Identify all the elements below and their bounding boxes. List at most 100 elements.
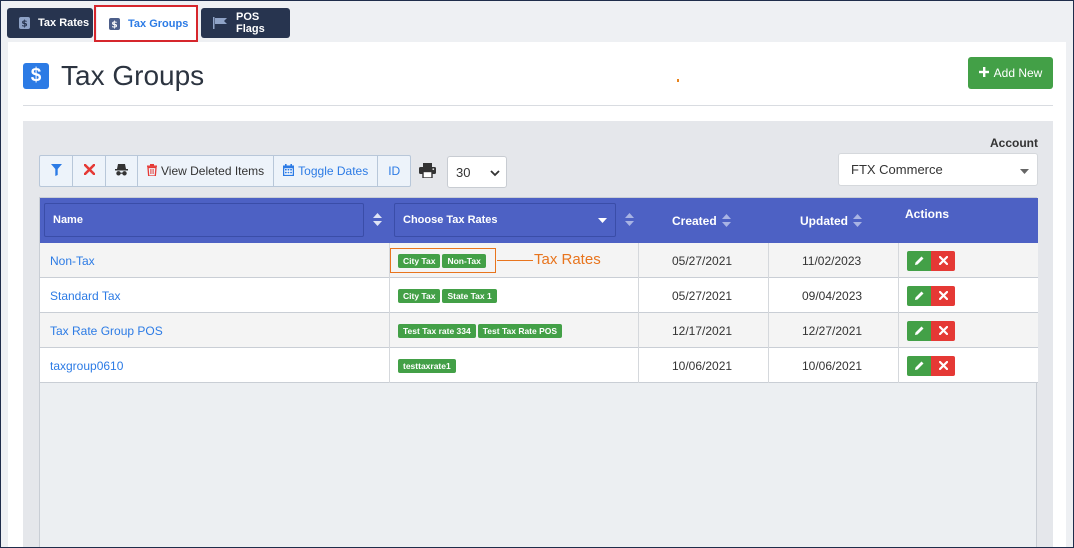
add-new-label: Add New — [993, 66, 1043, 80]
main-panel: $ Tax Groups Add New View Deleted Items … — [8, 42, 1066, 548]
pencil-icon — [914, 256, 923, 265]
filter-button[interactable] — [40, 156, 73, 186]
updated-date: 10/06/2021 — [802, 358, 863, 373]
tax-rates-filter-select[interactable]: Choose Tax Rates — [394, 203, 616, 237]
filter-icon — [50, 163, 62, 179]
header-divider — [23, 105, 1053, 106]
close-icon — [83, 163, 95, 178]
close-icon — [938, 256, 948, 265]
column-divider — [898, 243, 899, 278]
table-row: Tax Rate Group POS Test Tax rate 334 Tes… — [40, 313, 1038, 348]
svg-text:$: $ — [21, 20, 27, 30]
row-name-cell: taxgroup0610 — [50, 348, 123, 383]
dollar-icon: $ — [19, 17, 30, 29]
column-header-tax-rates: Choose Tax Rates — [403, 214, 498, 226]
name-filter-input[interactable]: Name — [44, 203, 364, 237]
group-name-link[interactable]: Standard Tax — [50, 289, 121, 303]
sort-icon[interactable] — [373, 213, 382, 226]
plus-icon — [978, 66, 989, 80]
account-label: Account — [990, 136, 1038, 150]
row-rates-cell: testtaxrate1 — [398, 348, 458, 383]
trash-icon — [147, 163, 157, 179]
delete-button[interactable] — [931, 285, 955, 306]
grid-area: View Deleted Items Toggle Dates ID 30 Ac… — [23, 121, 1053, 548]
column-header-actions: Actions — [905, 207, 950, 221]
account-select[interactable]: FTX Commerce — [838, 153, 1038, 186]
edit-button[interactable] — [907, 250, 931, 271]
account-value: FTX Commerce — [851, 162, 943, 177]
toggle-dates-button[interactable]: Toggle Dates — [274, 156, 379, 186]
column-header-name: Name — [53, 214, 83, 226]
table-header: Name Choose Tax Rates Created Updated Ac… — [40, 198, 1038, 243]
updated-date: 09/04/2023 — [802, 288, 863, 303]
row-rates-cell: Test Tax rate 334 Test Tax Rate POS — [398, 313, 564, 348]
tab-label: POS Flags — [236, 11, 265, 35]
column-divider — [898, 348, 899, 383]
edit-button[interactable] — [907, 320, 931, 341]
tax-rate-badge: City Tax — [398, 288, 441, 303]
column-header-created-wrap[interactable]: Created — [672, 198, 731, 243]
close-icon — [938, 291, 948, 300]
table-row: taxgroup0610 testtaxrate1 10/06/2021 10/… — [40, 348, 1038, 383]
sort-icon — [853, 214, 862, 227]
id-toggle-button[interactable]: ID — [378, 156, 410, 186]
tab-pos-flags[interactable]: POS Flags — [201, 8, 290, 38]
tax-rate-badge: Test Tax Rate POS — [477, 323, 563, 338]
column-header-actions-wrap: Actions — [905, 198, 949, 230]
highlight-box — [94, 5, 198, 42]
column-divider — [638, 278, 639, 313]
row-actions — [907, 243, 955, 278]
column-divider — [768, 348, 769, 383]
delete-button[interactable] — [931, 320, 955, 341]
calendar-icon — [283, 163, 295, 179]
edit-button[interactable] — [907, 285, 931, 306]
close-icon — [938, 361, 948, 370]
view-deleted-button[interactable]: View Deleted Items — [138, 156, 275, 186]
clear-filter-button[interactable] — [73, 156, 106, 186]
delete-button[interactable] — [931, 250, 955, 271]
caret-down-icon — [1020, 162, 1029, 177]
page-header: $ Tax Groups — [23, 60, 204, 92]
tab-tax-rates[interactable]: $ Tax Rates — [7, 8, 93, 38]
sort-icon — [721, 214, 731, 227]
row-name-cell: Tax Rate Group POS — [50, 313, 163, 348]
annotation-box — [390, 248, 496, 273]
print-icon[interactable] — [419, 163, 436, 183]
incognito-button[interactable] — [106, 156, 138, 186]
chevron-down-icon — [490, 165, 500, 180]
edit-button[interactable] — [907, 355, 931, 376]
updated-date: 12/27/2021 — [802, 323, 863, 338]
created-date: 05/27/2021 — [672, 253, 733, 268]
toggle-dates-label: Toggle Dates — [298, 164, 369, 178]
view-deleted-label: View Deleted Items — [161, 164, 265, 178]
page-title: Tax Groups — [61, 60, 205, 91]
column-divider — [768, 313, 769, 348]
group-name-link[interactable]: Non-Tax — [50, 254, 95, 268]
created-date: 10/06/2021 — [672, 358, 733, 373]
column-divider — [389, 313, 390, 348]
column-divider — [638, 313, 639, 348]
column-divider — [389, 278, 390, 313]
column-header-updated: Updated — [800, 213, 848, 228]
group-name-link[interactable]: Tax Rate Group POS — [50, 324, 163, 338]
tab-label: Tax Rates — [38, 17, 90, 29]
tax-rate-badge: testtaxrate1 — [398, 358, 456, 373]
page-size-select[interactable]: 30 — [447, 156, 507, 188]
add-new-button[interactable]: Add New — [968, 57, 1053, 89]
column-divider — [389, 348, 390, 383]
tax-groups-table: Name Choose Tax Rates Created Updated Ac… — [39, 197, 1038, 548]
tax-rate-badge: State Tax 1 — [442, 288, 497, 303]
column-header-updated-wrap[interactable]: Updated — [800, 198, 862, 243]
column-divider — [898, 278, 899, 313]
delete-button[interactable] — [931, 355, 955, 376]
row-rates-cell: City Tax State Tax 1 — [398, 278, 499, 313]
grid-toolbar: View Deleted Items Toggle Dates ID — [39, 155, 412, 187]
column-divider — [638, 243, 639, 278]
group-name-link[interactable]: taxgroup0610 — [50, 359, 123, 373]
close-icon — [938, 326, 948, 335]
caret-down-icon — [598, 214, 607, 226]
row-name-cell: Non-Tax — [50, 243, 95, 278]
sort-icon[interactable] — [625, 213, 634, 226]
dollar-icon: $ — [23, 63, 49, 89]
id-label: ID — [388, 164, 401, 178]
